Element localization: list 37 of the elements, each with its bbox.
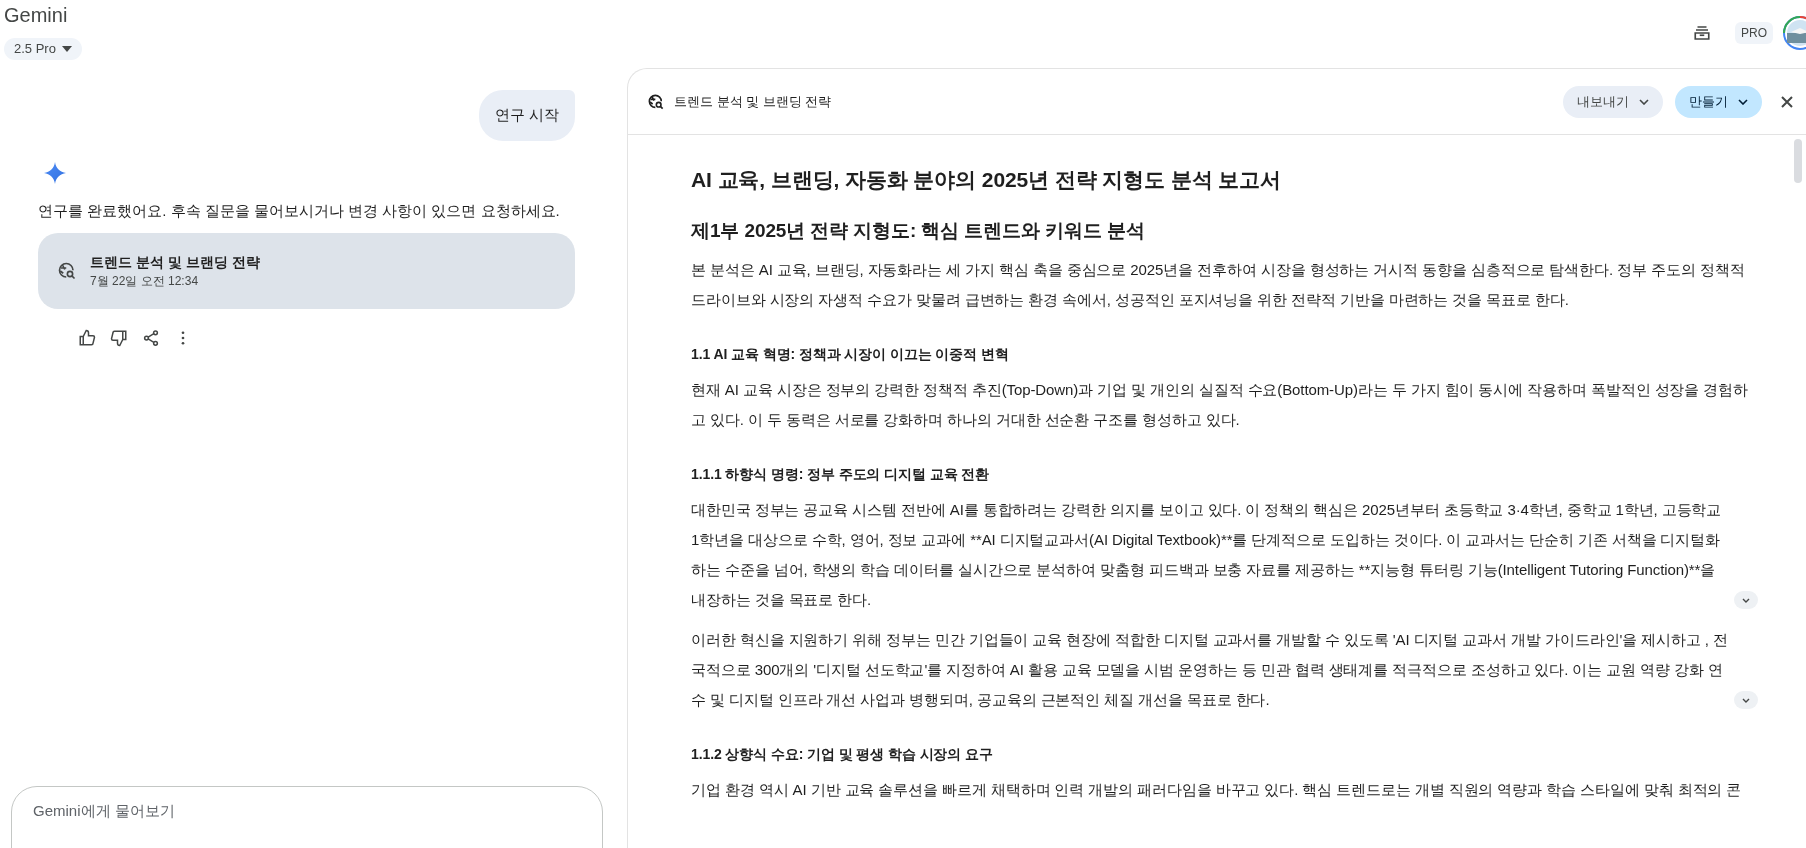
thumbs-up-icon[interactable] [78, 328, 96, 347]
chevron-down-icon [1639, 98, 1649, 105]
chevron-down-icon [1738, 98, 1748, 105]
app-title: Gemini [4, 3, 69, 28]
create-button[interactable]: 만들기 [1675, 85, 1762, 118]
caret-icon [61, 46, 72, 52]
response-text: 연구를 완료했어요. 후속 질문을 물어보시거나 변경 사항이 있으면 요청하세요. [38, 200, 561, 221]
user-message: 연구 시작 [478, 90, 575, 141]
section-heading: 제1부 2025년 전략 지형도: 핵심 트렌드와 키워드 분석 [691, 220, 1145, 241]
panel-title: 트렌드 분석 및 브랜딩 전략 [674, 92, 833, 111]
paragraph: 대한민국 정부는 공교육 시스템 전반에 AI를 통합하려는 강력한 의지를 보이고 있다. 이 정책의 핵심은 2025년부터 초등학교 3·4학년, 중학교 1학년, 고등학교 1학년을 대상으로 수학, 영어, 정보 교과에 **AI 디지털교과서(AI Digital Textbook)**를 단계적으로 도입하는 것이다. 이 교과서는 단순히 기존 서책을 디지털화하는 수준을 넘어, 학생의 학습 데이터를 실시간으로 분석하여 맞춤형 피드백과 보충 자료를 제공하는 **지능형 튜터링 기능(Intelligent Tutoring Function)**을 내장하는 것을 목표로 한다. [691, 500, 1723, 610]
card-timestamp: 7월 22일 오전 12:34 [90, 272, 200, 290]
pro-badge: PRO [1735, 22, 1773, 44]
export-button[interactable]: 내보내기 [1563, 85, 1663, 118]
card-title: 트렌드 분석 및 브랜딩 전략 [90, 252, 260, 272]
subsection-heading: 1.1.1 하향식 명령: 정부 주도의 디지털 교육 전환 [691, 466, 990, 482]
research-card[interactable]: 트렌드 분석 및 브랜딩 전략 7월 22일 오전 12:34 [38, 232, 575, 309]
chevron-down-icon [1742, 597, 1750, 603]
paragraph: 현재 AI 교육 시장은 정부의 강력한 정책적 추진(Top-Down)과 기업 및 개인의 실질적 수요(Bottom-Up)라는 두 가지 힘이 동시에 작용하며 폭발적인 성장을 경험하고 있다. 이 두 동력은 서로를 강화하며 하나의 거대한 선순환 구조를 형성하고 있다. [691, 381, 1749, 428]
share-icon[interactable] [142, 328, 160, 347]
close-icon[interactable] [1780, 94, 1794, 109]
globe-search-icon [648, 93, 664, 110]
prompt-field[interactable]: Gemini에게 물어보기 [11, 786, 603, 848]
paragraph: 본 분석은 AI 교육, 브랜딩, 자동화라는 세 가지 핵심 축을 중심으로 2025년을 전후하여 시장을 형성하는 거시적 동향을 심층적으로 탐색한다. 정부 주도의 정책적 드라이브와 시장의 자생적 수요가 맞물려 급변하는 환경 속에서, 성공적인 포지셔닝을 위한 전략적 기반을 마련하는 것을 목표로 한다. [691, 261, 1745, 308]
expand-chip[interactable] [1734, 691, 1758, 709]
chevron-down-icon [1742, 697, 1750, 703]
archive-icon[interactable] [1693, 24, 1711, 42]
subsection-heading: 1.1 AI 교육 혁명: 정책과 시장이 이끄는 이중적 변혁 [691, 346, 1009, 362]
scrollbar-thumb[interactable] [1794, 139, 1802, 183]
thumbs-down-icon[interactable] [110, 328, 128, 347]
model-selector[interactable]: 2.5 Pro [4, 38, 82, 60]
globe-search-icon [58, 261, 76, 280]
subsection-heading: 1.1.2 상향식 수요: 기업 및 평생 학습 시장의 요구 [691, 746, 993, 762]
paragraph: 이러한 혁신을 지원하기 위해 정부는 민간 기업들이 교육 현장에 적합한 디지털 교과서를 개발할 수 있도록 'AI 디지털 교과서 개발 가이드라인'을 제시하고 , 전국적으로 300개의 '디지털 선도학교'를 지정하여 AI 활용 교육 모델을 시범 운영하는 등 민관 협력 생태계를 적극적으로 조성하고 있다. 이는 교원 역량 강화 연수 및 디지털 인프라 개선 사업과 병행되며, 공교육의 근본적인 체질 개선을 목표로 한다. [691, 630, 1728, 710]
paragraph: 기업 환경 역시 AI 기반 교육 솔루션을 빠르게 채택하며 인력 개발의 패러다임을 바꾸고 있다. 핵심 트렌드로는 개별 직원의 역량과 학습 스타일에 맞춰 최적의 콘 [691, 781, 1742, 798]
document-title: AI 교육, 브랜딩, 자동화 분야의 2025년 전략 지형도 분석 보고서 [691, 168, 1281, 191]
expand-chip[interactable] [1734, 591, 1758, 609]
